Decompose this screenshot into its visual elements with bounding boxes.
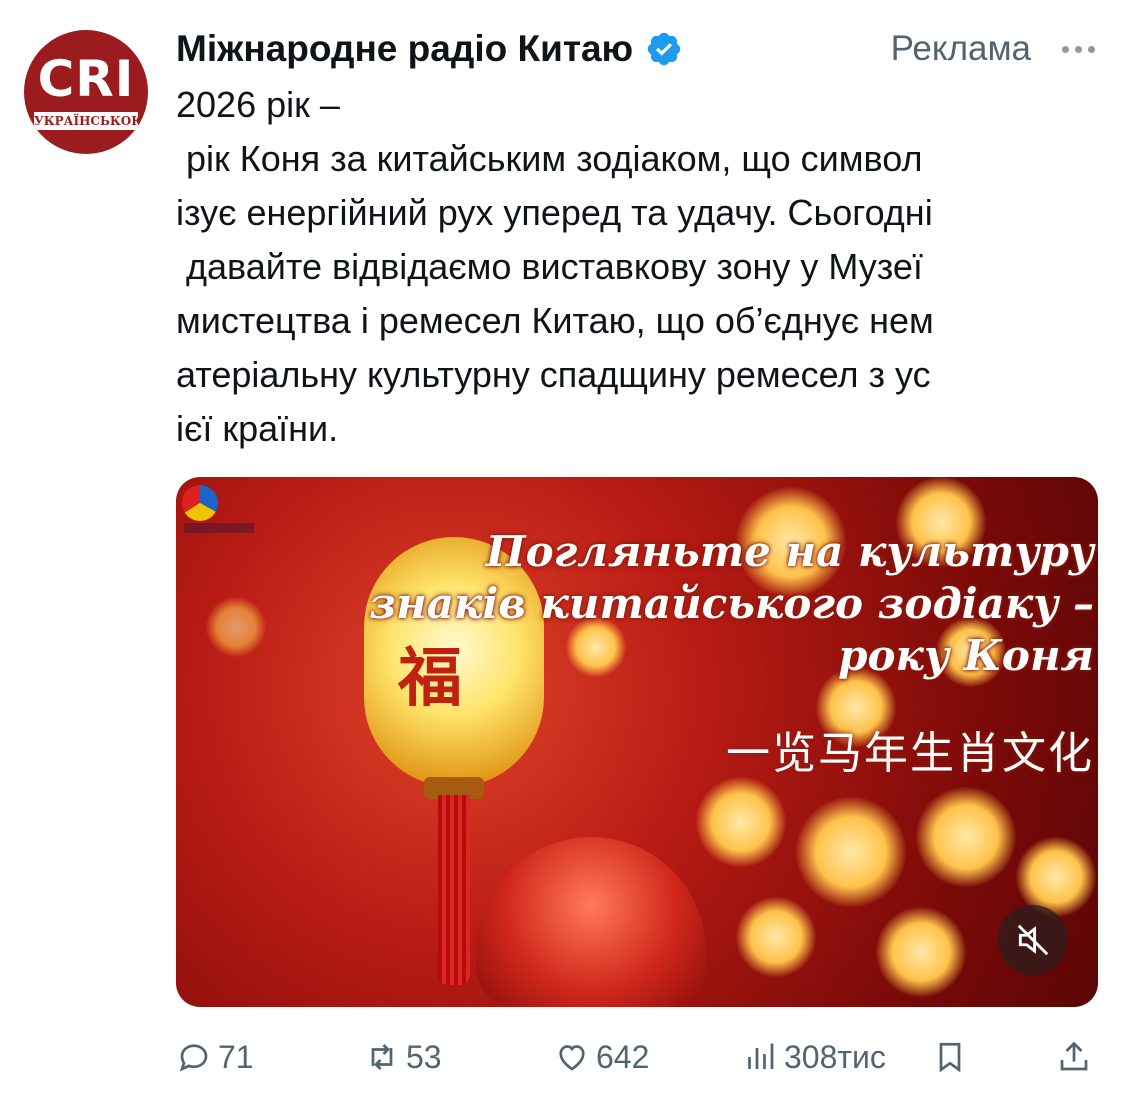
views-chart-icon — [748, 1043, 774, 1069]
video-title-line-1: Погляньте на культуру — [485, 527, 1094, 576]
reply-icon — [179, 1044, 208, 1072]
views-button[interactable]: 308тис — [742, 1032, 886, 1082]
verified-badge-icon — [647, 32, 681, 66]
lantern-character: 福 — [398, 641, 462, 716]
reply-count: 71 — [218, 1038, 254, 1075]
heart-icon — [559, 1045, 585, 1071]
speaker-muted-icon — [1017, 924, 1049, 956]
retweet-count: 53 — [406, 1038, 442, 1075]
post-video[interactable]: 福 Погляньте на культуру знаків китайсько… — [176, 477, 1098, 1007]
post-header: Міжнародне радіо Китаю Реклама — [176, 24, 1103, 74]
like-button[interactable]: 642 — [554, 1032, 649, 1082]
mute-button[interactable] — [998, 905, 1068, 975]
share-button[interactable] — [1056, 1032, 1098, 1082]
like-count: 642 — [596, 1038, 650, 1075]
reply-button[interactable]: 71 — [176, 1032, 254, 1082]
video-title-chinese: 一览马年生肖文化 — [726, 728, 1094, 779]
red-lantern — [476, 837, 706, 1007]
views-count: 308тис — [784, 1038, 886, 1075]
action-bar: 71 53 642 308тис — [176, 1032, 1098, 1082]
retweet-icon — [371, 1044, 393, 1070]
author-name[interactable]: Міжнародне радіо Китаю — [176, 28, 633, 70]
video-title-line-2: знаків китайського зодіаку – — [369, 579, 1094, 628]
more-options-icon[interactable] — [1053, 45, 1103, 53]
share-icon — [1060, 1041, 1088, 1071]
retweet-button[interactable]: 53 — [364, 1032, 442, 1082]
video-title-line-3: року Коня — [838, 631, 1094, 680]
channel-logo — [182, 485, 218, 521]
ad-label: Реклама — [890, 29, 1031, 68]
post-text: 2026 рік – рік Коня за китайським зодіак… — [176, 84, 934, 449]
avatar[interactable]: CRI УКРАЇНСЬКОЮ — [24, 30, 148, 154]
avatar-logo-text: CRI — [37, 50, 135, 108]
lantern-tassel — [438, 795, 470, 985]
bookmark-button[interactable] — [932, 1032, 974, 1082]
avatar-logo-subtitle: УКРАЇНСЬКОЮ — [34, 112, 147, 130]
bookmark-icon — [939, 1042, 961, 1073]
channel-caption — [184, 523, 254, 533]
